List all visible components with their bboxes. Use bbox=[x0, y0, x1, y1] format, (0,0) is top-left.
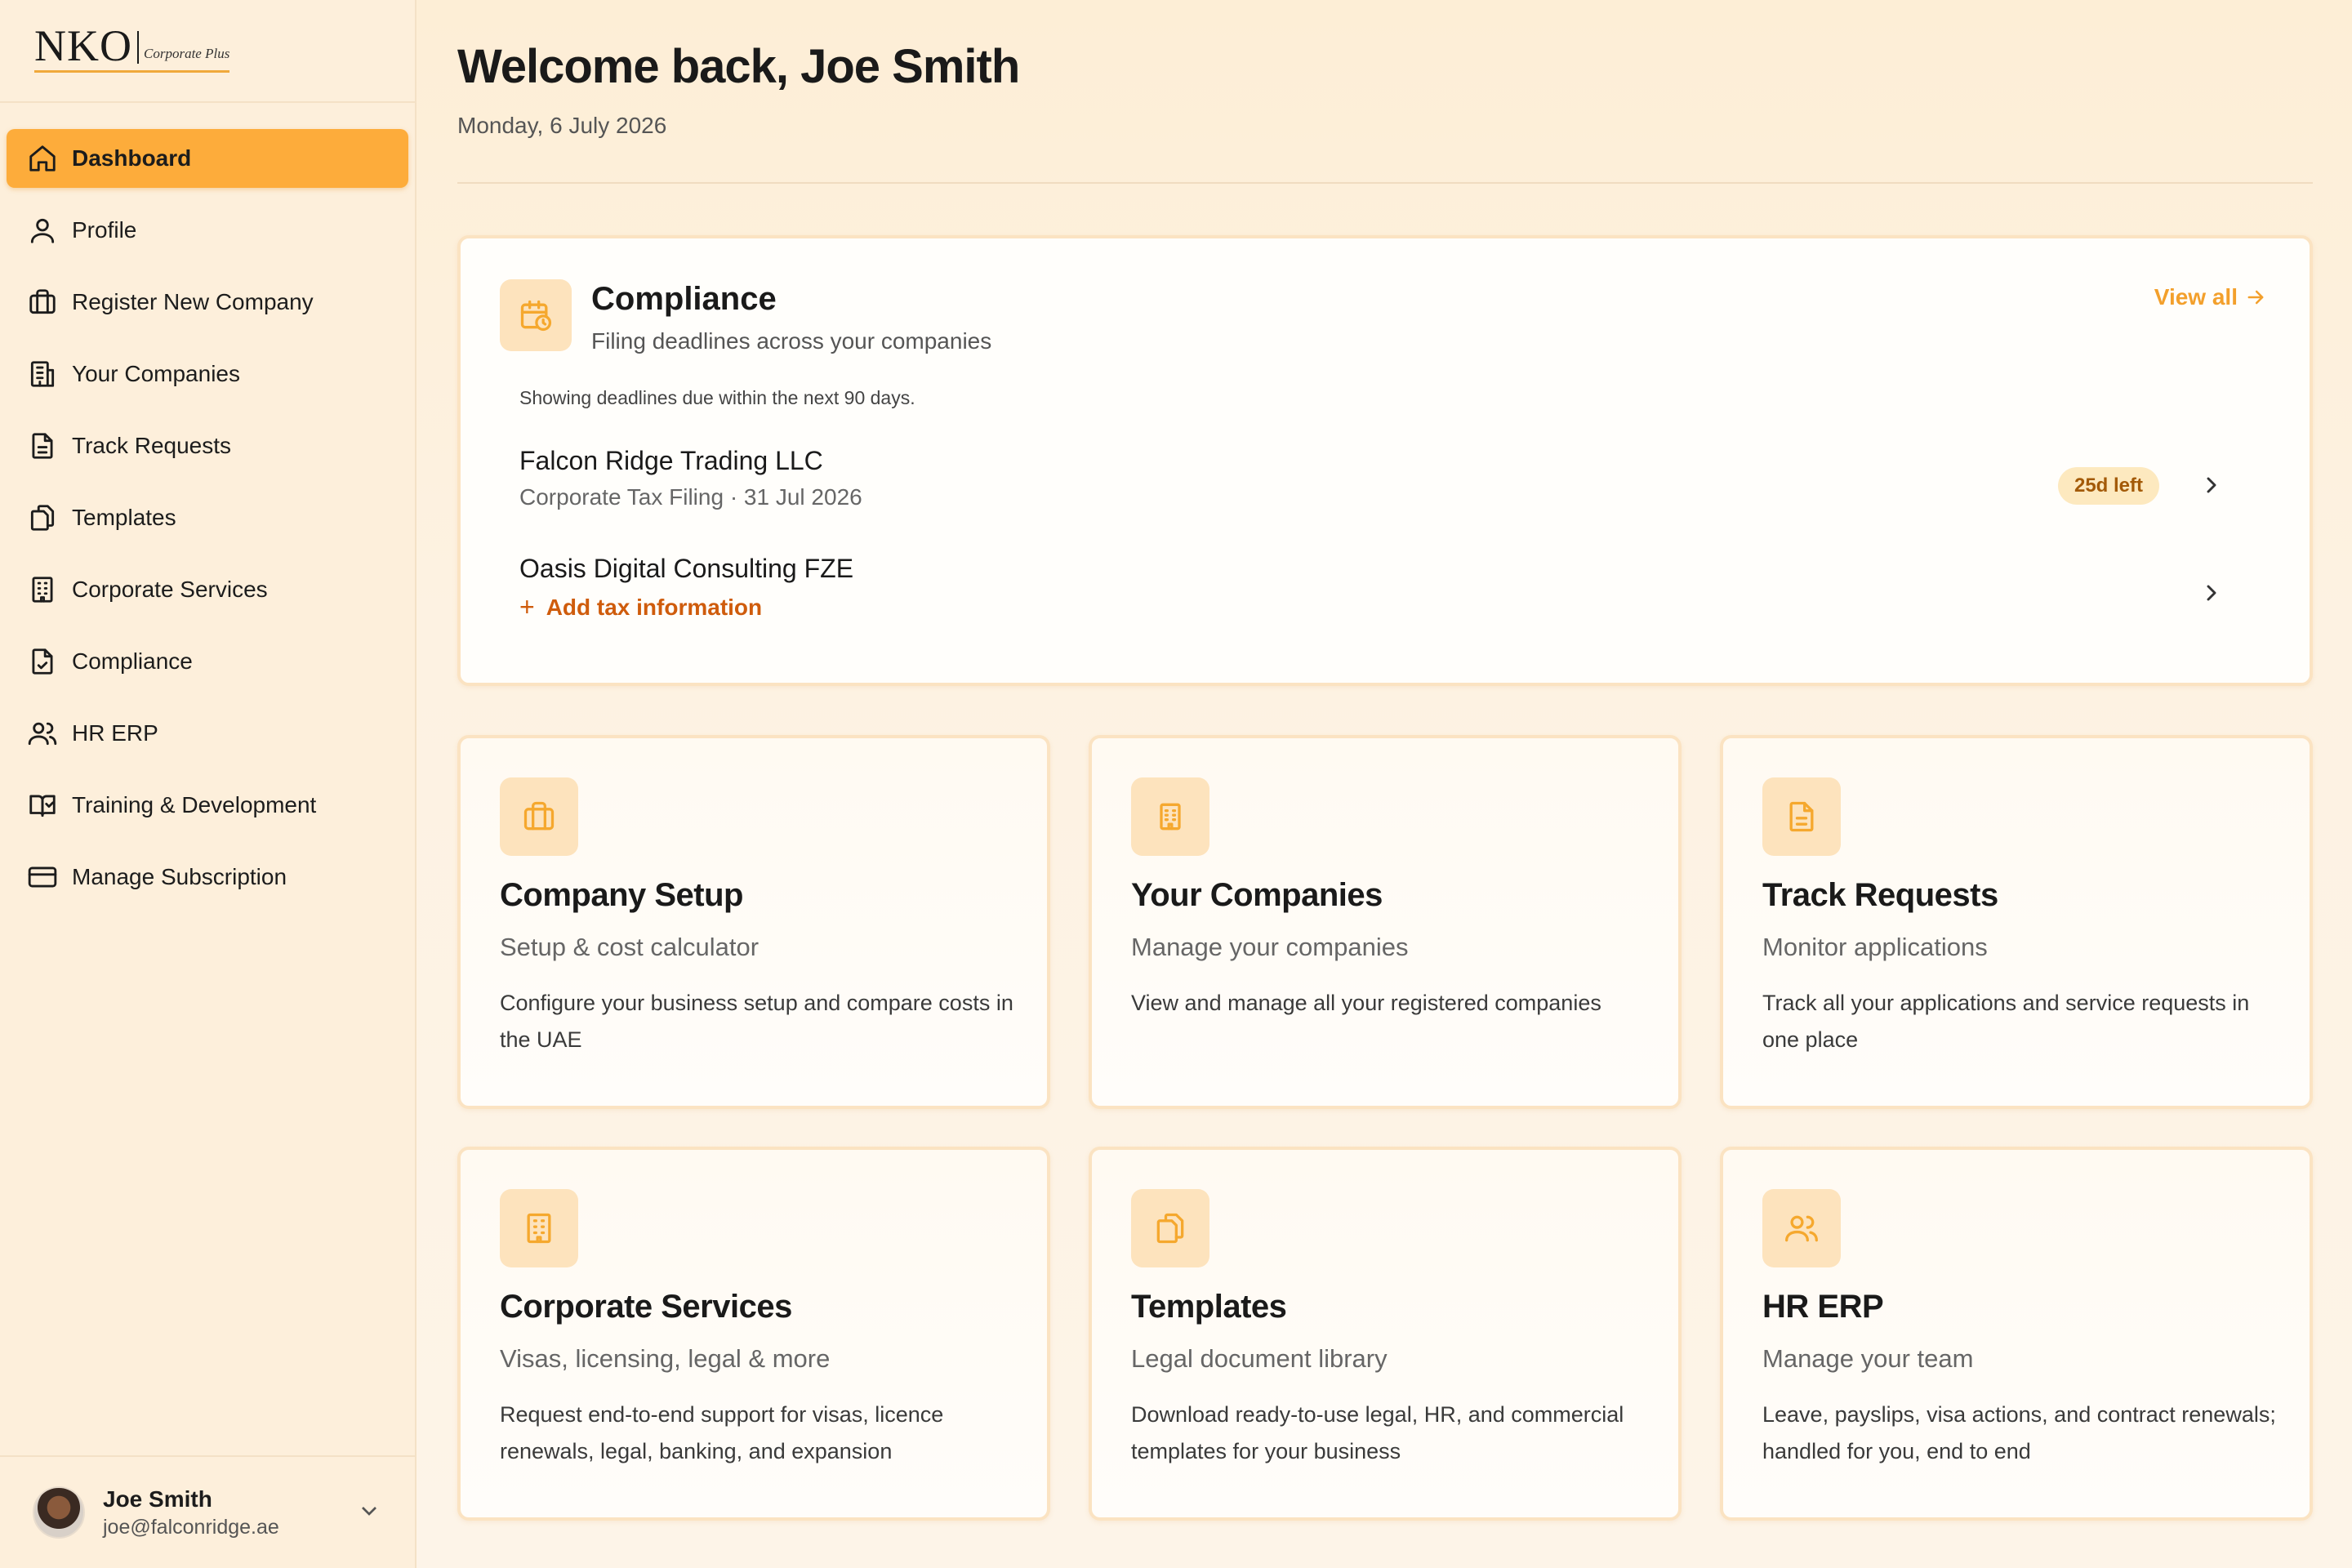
user-icon bbox=[26, 214, 59, 247]
view-all-link[interactable]: View all bbox=[2154, 284, 2267, 310]
card-subtitle: Legal document library bbox=[1131, 1344, 1388, 1373]
row-company-name: Oasis Digital Consulting FZE bbox=[519, 554, 854, 583]
user-email: joe@falconridge.ae bbox=[103, 1515, 279, 1539]
sidebar-item-label: Corporate Services bbox=[72, 577, 268, 602]
card-description: Request end-to-end support for visas, li… bbox=[500, 1402, 944, 1463]
company-setup-card[interactable]: Company Setup Setup & cost calculator Co… bbox=[457, 735, 1050, 1109]
sidebar-item-register-new-company[interactable]: Register New Company bbox=[7, 273, 408, 332]
sidebar-item-hr-erp[interactable]: HR ERP bbox=[7, 704, 408, 763]
logo-sub-text: Corporate Plus bbox=[144, 46, 230, 61]
add-tax-info-link[interactable]: + Add tax information bbox=[519, 592, 2257, 622]
file-check-icon bbox=[26, 645, 59, 678]
logo-mark: NKO Corporate Plus bbox=[34, 21, 230, 73]
current-date: Monday, 6 July 2026 bbox=[457, 113, 667, 138]
corporate-services-card[interactable]: Corporate Services Visas, licensing, leg… bbox=[457, 1147, 1050, 1521]
deadline-badge: 25d left bbox=[2057, 467, 2159, 505]
sidebar-nav: Dashboard Profile Register New Company Y… bbox=[0, 103, 415, 906]
copy-icon bbox=[26, 501, 59, 534]
sidebar-item-label: Your Companies bbox=[72, 361, 240, 386]
sidebar-item-templates[interactable]: Templates bbox=[7, 488, 408, 547]
card-subtitle: Monitor applications bbox=[1762, 933, 1988, 961]
chevron-right-icon[interactable] bbox=[2198, 580, 2225, 606]
users-icon bbox=[1762, 1189, 1841, 1267]
sidebar-item-label: Register New Company bbox=[72, 289, 314, 314]
sidebar-item-label: Training & Development bbox=[72, 792, 317, 817]
credit-card-icon bbox=[26, 861, 59, 893]
chevron-down-icon[interactable] bbox=[356, 1498, 382, 1524]
sidebar-item-corporate-services[interactable]: Corporate Services bbox=[7, 560, 408, 619]
sidebar-item-label: Track Requests bbox=[72, 433, 232, 458]
sidebar-item-training-development[interactable]: Training & Development bbox=[7, 776, 408, 835]
sidebar-item-label: Dashboard bbox=[72, 145, 192, 171]
sidebar-item-your-companies[interactable]: Your Companies bbox=[7, 345, 408, 403]
templates-card[interactable]: Templates Legal document library Downloa… bbox=[1089, 1147, 1682, 1521]
briefcase-icon bbox=[500, 777, 578, 856]
card-title: Templates bbox=[1131, 1289, 1287, 1325]
document-icon bbox=[1762, 777, 1841, 856]
card-subtitle: Setup & cost calculator bbox=[500, 933, 760, 961]
sidebar-item-label: Profile bbox=[72, 217, 137, 243]
sidebar-item-label: HR ERP bbox=[72, 720, 158, 746]
compliance-note: Showing deadlines due within the next 90… bbox=[519, 387, 915, 408]
sidebar-item-label: Manage Subscription bbox=[72, 864, 287, 889]
calendar-clock-icon bbox=[500, 279, 572, 351]
your-companies-card[interactable]: Your Companies Manage your companies Vie… bbox=[1089, 735, 1682, 1109]
user-menu[interactable]: Joe Smith joe@falconridge.ae bbox=[0, 1455, 415, 1568]
card-description: Leave, payslips, visa actions, and contr… bbox=[1762, 1402, 2276, 1463]
card-title: HR ERP bbox=[1762, 1289, 1884, 1325]
row-company-name: Falcon Ridge Trading LLC bbox=[519, 446, 823, 475]
card-subtitle: Manage your companies bbox=[1131, 933, 1409, 961]
card-subtitle: Manage your team bbox=[1762, 1344, 1974, 1373]
arrow-right-icon bbox=[2247, 290, 2264, 305]
sidebar-item-label: Templates bbox=[72, 505, 176, 530]
card-description: Track all your applications and service … bbox=[1762, 991, 2250, 1052]
office-icon bbox=[26, 573, 59, 606]
sidebar: NKO Corporate Plus Dashboard Profile Reg… bbox=[0, 0, 416, 1568]
sidebar-item-compliance[interactable]: Compliance bbox=[7, 632, 408, 691]
user-info: Joe Smith joe@falconridge.ae bbox=[103, 1486, 279, 1539]
compliance-title: Compliance bbox=[591, 281, 777, 317]
logo[interactable]: NKO Corporate Plus bbox=[0, 0, 415, 103]
sidebar-item-profile[interactable]: Profile bbox=[7, 201, 408, 260]
add-tax-info-label: Add tax information bbox=[546, 594, 763, 620]
sidebar-item-dashboard[interactable]: Dashboard bbox=[7, 129, 408, 188]
building-icon bbox=[26, 358, 59, 390]
sidebar-item-track-requests[interactable]: Track Requests bbox=[7, 416, 408, 475]
chevron-right-icon[interactable] bbox=[2198, 472, 2225, 498]
card-description: Configure your business setup and compar… bbox=[500, 991, 1013, 1052]
plus-icon: + bbox=[519, 592, 535, 621]
card-title: Corporate Services bbox=[500, 1289, 792, 1325]
card-title: Company Setup bbox=[500, 877, 743, 913]
logo-main-text: NKO bbox=[34, 21, 132, 70]
row-filing-detail: Corporate Tax Filing · 31 Jul 2026 bbox=[519, 484, 862, 510]
compliance-subtitle: Filing deadlines across your companies bbox=[591, 328, 992, 354]
page-title: Welcome back, Joe Smith bbox=[457, 40, 1020, 93]
sidebar-item-label: Compliance bbox=[72, 648, 193, 674]
logo-separator bbox=[137, 31, 139, 64]
user-name: Joe Smith bbox=[103, 1486, 212, 1512]
building-icon bbox=[1131, 777, 1209, 856]
track-requests-card[interactable]: Track Requests Monitor applications Trac… bbox=[1720, 735, 2313, 1109]
book-icon bbox=[26, 789, 59, 822]
copy-icon bbox=[1131, 1189, 1209, 1267]
header-divider bbox=[457, 182, 2313, 184]
card-subtitle: Visas, licensing, legal & more bbox=[500, 1344, 831, 1373]
hr-erp-card[interactable]: HR ERP Manage your team Leave, payslips,… bbox=[1720, 1147, 2313, 1521]
view-all-label: View all bbox=[2154, 284, 2238, 310]
avatar bbox=[33, 1486, 85, 1539]
document-icon bbox=[26, 430, 59, 462]
users-icon bbox=[26, 717, 59, 750]
card-description: Download ready-to-use legal, HR, and com… bbox=[1131, 1402, 1624, 1463]
card-title: Your Companies bbox=[1131, 877, 1383, 913]
briefcase-icon bbox=[26, 286, 59, 318]
office-icon bbox=[500, 1189, 578, 1267]
compliance-row[interactable]: Falcon Ridge Trading LLC Corporate Tax F… bbox=[519, 446, 2257, 536]
compliance-row[interactable]: Oasis Digital Consulting FZE + Add tax i… bbox=[519, 554, 2257, 644]
sidebar-item-manage-subscription[interactable]: Manage Subscription bbox=[7, 848, 408, 906]
home-icon bbox=[26, 142, 59, 175]
compliance-card: Compliance Filing deadlines across your … bbox=[457, 235, 2313, 686]
card-description: View and manage all your registered comp… bbox=[1131, 991, 1601, 1015]
card-title: Track Requests bbox=[1762, 877, 1998, 913]
